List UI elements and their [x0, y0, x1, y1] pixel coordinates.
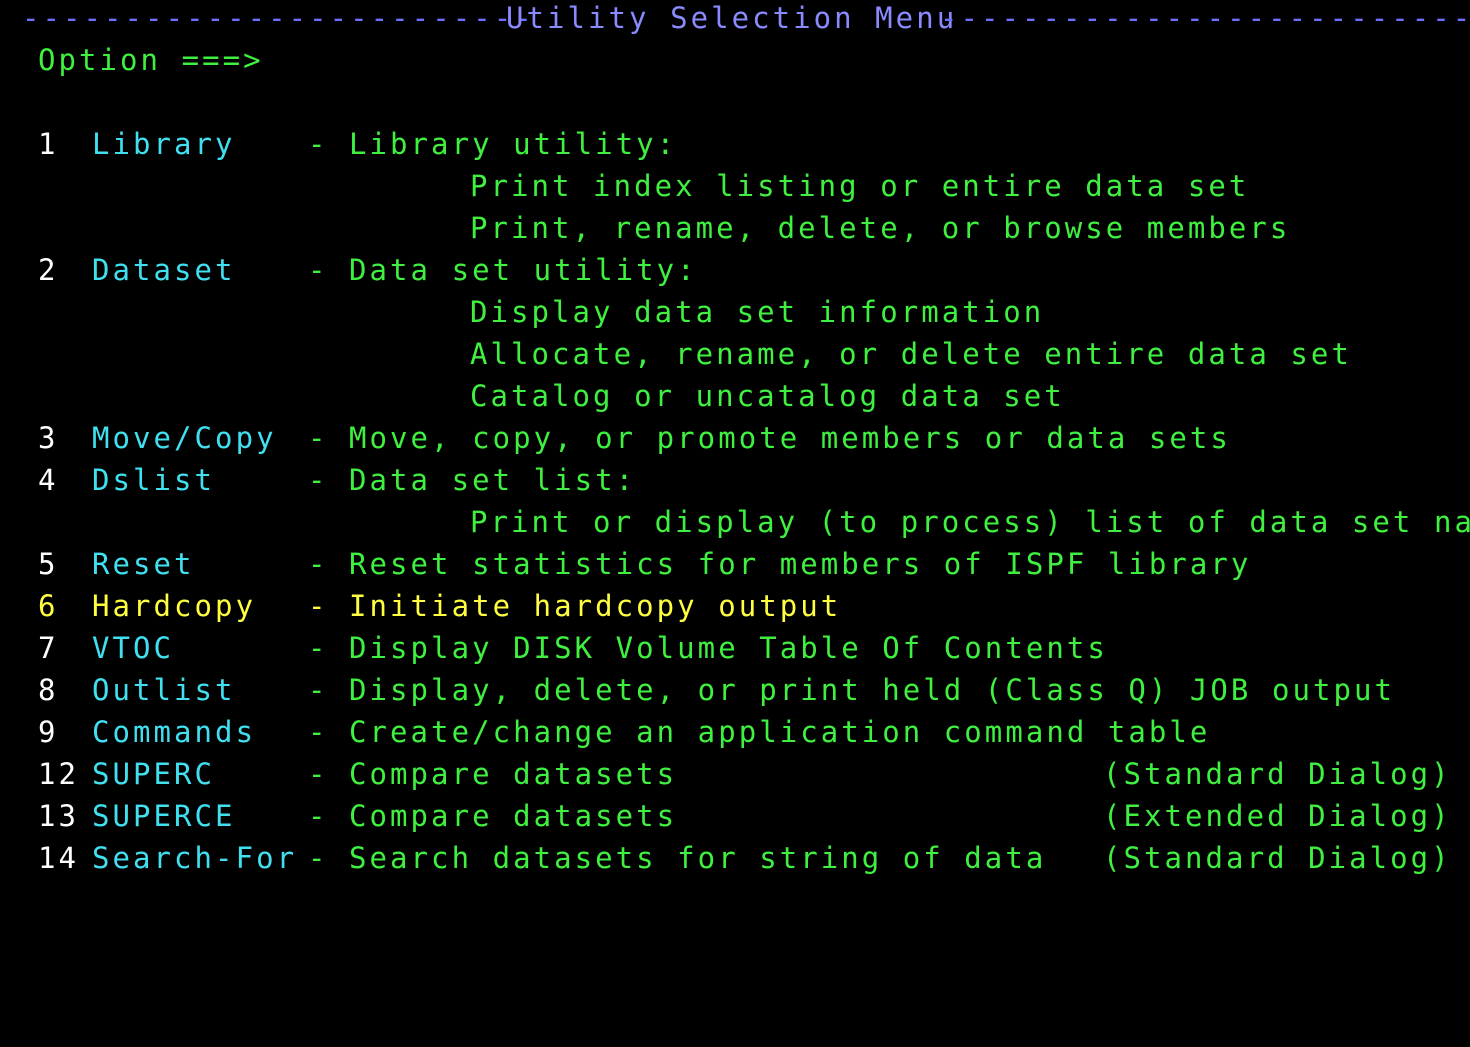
menu-item-name[interactable]: Dslist: [92, 459, 215, 501]
option-input[interactable]: [248, 45, 1432, 77]
menu-item-name[interactable]: VTOC: [92, 627, 174, 669]
menu-item-description: - Library utility:: [308, 127, 678, 161]
menu-item-detail: Catalog or uncatalog data set: [470, 379, 1065, 413]
menu-item-commands[interactable]: 9 Commands - Create/change an applicatio…: [0, 711, 1207, 753]
menu-item-description: - Data set list:: [308, 463, 637, 497]
menu-item-description: - Reset statistics for members of ISPF l…: [308, 547, 1252, 581]
header-right-dashes: ---------------------------: [940, 1, 1470, 35]
header-left-dashes: -------------------------: [22, 1, 535, 35]
menu-item-description: - Move, copy, or promote members or data…: [308, 421, 1231, 455]
menu-item-subline: Allocate, rename, or delete entire data …: [0, 333, 1349, 375]
menu-item-description: - Display, delete, or print held (Class …: [308, 673, 1396, 707]
menu-item-subline: Catalog or uncatalog data set: [0, 375, 1062, 417]
menu-item-search-for[interactable]: 14 Search-For - Search datasets for stri…: [0, 837, 1449, 879]
menu-item-description: - Search datasets for string of data: [308, 841, 1047, 875]
menu-item-name[interactable]: Reset: [92, 543, 195, 585]
menu-item-reset[interactable]: 5 Reset - Reset statistics for members o…: [0, 543, 1248, 585]
menu-item-number: 3: [38, 421, 59, 455]
menu-item-subline: Print index listing or entire data set: [0, 165, 1246, 207]
menu-item-description: - Compare datasets: [308, 799, 678, 833]
dialog-type-note: (Standard Dialog): [1103, 841, 1452, 875]
menu-item-detail: Print index listing or entire data set: [470, 169, 1250, 203]
menu-item-subline: Print, rename, delete, or browse members: [0, 207, 1287, 249]
menu-item-name[interactable]: Dataset: [92, 249, 236, 291]
menu-item-superc[interactable]: 12 SUPERC - Compare datasets (Standard D…: [0, 753, 1449, 795]
menu-item-detail: Display data set information: [470, 295, 1045, 329]
panel-header: ------------------------- Utility Select…: [0, 0, 1470, 39]
menu-item-detail: Print, rename, delete, or browse members: [470, 211, 1291, 245]
dialog-type-note: (Standard Dialog): [1103, 757, 1452, 791]
menu-item-number: 6: [38, 589, 59, 623]
menu-item-outlist[interactable]: 8 Outlist - Display, delete, or print he…: [0, 669, 1392, 711]
menu-item-superce[interactable]: 13 SUPERCE - Compare datasets (Extended …: [0, 795, 1449, 837]
menu-item-number: 12: [38, 757, 80, 791]
menu-item-description: - Data set utility:: [308, 253, 698, 287]
menu-item-description: - Compare datasets: [308, 757, 678, 791]
menu-item-detail: Print or display (to process) list of da…: [470, 505, 1470, 539]
menu-item-number: 14: [38, 841, 80, 875]
menu-item-name[interactable]: Hardcopy: [92, 585, 256, 627]
menu-item-name[interactable]: SUPERC: [92, 753, 215, 795]
menu-item-name[interactable]: Library: [92, 123, 236, 165]
option-line: Option ===>: [0, 39, 1470, 81]
menu-item-number: 2: [38, 253, 59, 287]
menu-item-vtoc[interactable]: 7 VTOC - Display DISK Volume Table Of Co…: [0, 627, 1105, 669]
dialog-type-note: (Extended Dialog): [1103, 799, 1452, 833]
menu-item-number: 8: [38, 673, 59, 707]
menu-item-name[interactable]: Move/Copy: [92, 417, 277, 459]
menu-item-move-copy[interactable]: 3 Move/Copy - Move, copy, or promote mem…: [0, 417, 1228, 459]
menu-item-number: 1: [38, 127, 59, 161]
menu-item-name[interactable]: Outlist: [92, 669, 236, 711]
menu-item-name[interactable]: Search-For: [92, 837, 297, 879]
panel-title: Utility Selection Menu: [506, 1, 958, 35]
menu-item-description: - Display DISK Volume Table Of Contents: [308, 631, 1108, 665]
menu-item-number: 9: [38, 715, 59, 749]
menu-item-subline: Display data set information: [0, 291, 1041, 333]
menu-item-description: - Initiate hardcopy output: [308, 589, 842, 623]
menu-item-library[interactable]: 1 Library - Library utility:: [0, 123, 674, 165]
menu-item-description: - Create/change an application command t…: [308, 715, 1211, 749]
menu-item-detail: Allocate, rename, or delete entire data …: [470, 337, 1352, 371]
menu-item-name[interactable]: SUPERCE: [92, 795, 236, 837]
menu-item-hardcopy[interactable]: 6 Hardcopy - Initiate hardcopy output: [0, 585, 838, 627]
menu-item-number: 5: [38, 547, 59, 581]
menu-item-number: 7: [38, 631, 59, 665]
menu-item-subline: Print or display (to process) list of da…: [0, 501, 1470, 543]
menu-item-number: 13: [38, 799, 80, 833]
menu-item-name[interactable]: Commands: [92, 711, 256, 753]
menu-item-number: 4: [38, 463, 59, 497]
option-label: Option ===>: [38, 43, 264, 77]
menu-item-dslist[interactable]: 4 Dslist - Data set list:: [0, 459, 633, 501]
menu-item-dataset[interactable]: 2 Dataset - Data set utility:: [0, 249, 695, 291]
